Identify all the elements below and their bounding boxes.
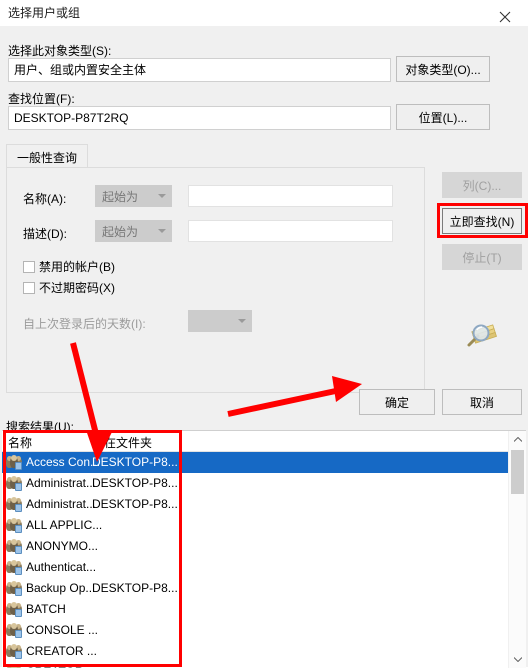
user-group-icon <box>6 581 22 596</box>
row-name: Administrat... <box>26 497 97 511</box>
row-folder: DESKTOP-P8... <box>92 455 178 469</box>
checkbox-non-expiring-password[interactable]: 不过期密码(X) <box>23 279 115 296</box>
table-row[interactable]: CONSOLE ... <box>2 620 512 641</box>
find-now-button[interactable]: 立即查找(N) <box>442 208 522 234</box>
table-row[interactable]: CREATOR ... <box>2 662 512 668</box>
columns-button[interactable]: 列(C)... <box>442 172 522 198</box>
table-row[interactable]: Authenticat... <box>2 557 512 578</box>
user-group-icon <box>6 539 22 554</box>
checkbox-box-icon <box>23 282 35 294</box>
name-operator-value: 起始为 <box>102 190 139 204</box>
row-folder: DESKTOP-P8... <box>92 476 178 490</box>
user-group-icon <box>6 623 22 638</box>
row-name: ALL APPLIC... <box>26 518 103 532</box>
row-name: CREATOR ... <box>26 644 97 658</box>
ok-button[interactable]: 确定 <box>359 389 435 415</box>
table-row[interactable]: ANONYMO... <box>2 536 512 557</box>
table-row[interactable]: Administrat... DESKTOP-P8... <box>2 494 512 515</box>
close-button[interactable] <box>482 0 528 26</box>
row-name: Access Con... <box>26 455 101 469</box>
user-group-icon <box>6 497 22 512</box>
table-row[interactable]: ALL APPLIC... <box>2 515 512 536</box>
user-group-icon <box>6 644 22 659</box>
user-group-icon <box>6 455 22 470</box>
magnifier-search-icon <box>460 322 498 354</box>
column-header-folder[interactable]: 所在文件夹 <box>92 434 152 451</box>
table-row[interactable]: CREATOR ... <box>2 641 512 662</box>
chevron-down-icon <box>158 194 166 198</box>
days-since-logon-select[interactable] <box>188 310 252 332</box>
object-type-input[interactable]: 用户、组或内置安全主体 <box>8 58 391 82</box>
name-value-input[interactable] <box>188 185 393 207</box>
select-user-or-group-dialog: 选择用户或组 选择此对象类型(S): 用户、组或内置安全主体 对象类型(O)..… <box>0 0 528 668</box>
user-group-icon <box>6 518 22 533</box>
results-list-header: 名称 所在文件夹 <box>2 431 526 452</box>
row-name: Administrat... <box>26 476 97 490</box>
name-label: 名称(A): <box>23 192 67 206</box>
scrollbar-thumb[interactable] <box>511 450 524 494</box>
days-since-logon-label: 自上次登录后的天数(I): <box>23 317 146 331</box>
row-name: Authenticat... <box>26 560 97 574</box>
user-group-icon <box>6 476 22 491</box>
table-row[interactable]: Backup Op... DESKTOP-P8... <box>2 578 512 599</box>
row-folder: DESKTOP-P8... <box>92 581 178 595</box>
query-tabstrip: 一般性查询 <box>6 144 425 168</box>
row-name: CONSOLE ... <box>26 623 99 637</box>
description-value-input[interactable] <box>188 220 393 242</box>
description-label: 描述(D): <box>23 227 67 241</box>
table-row[interactable]: BATCH <box>2 599 512 620</box>
description-operator-select[interactable]: 起始为 <box>95 220 172 242</box>
chevron-down-icon <box>238 319 246 323</box>
general-query-panel: 名称(A): 起始为 描述(D): 起始为 禁用的帐户(B) 不过期密码(X) … <box>6 167 425 393</box>
stop-button[interactable]: 停止(T) <box>442 244 522 270</box>
table-row[interactable]: Access Con... DESKTOP-P8... <box>2 452 512 473</box>
user-group-icon <box>6 602 22 617</box>
cancel-button[interactable]: 取消 <box>442 389 522 415</box>
object-type-label: 选择此对象类型(S): <box>8 44 112 58</box>
object-type-button[interactable]: 对象类型(O)... <box>396 56 490 82</box>
row-folder: DESKTOP-P8... <box>92 497 178 511</box>
row-name: ANONYMO... <box>26 539 99 553</box>
checkbox-disabled-accounts[interactable]: 禁用的帐户(B) <box>23 258 115 275</box>
close-icon <box>482 11 528 23</box>
description-operator-value: 起始为 <box>102 225 139 239</box>
checkbox-disabled-accounts-label: 禁用的帐户(B) <box>39 260 115 274</box>
results-rows[interactable]: Access Con... DESKTOP-P8... Administrat...… <box>2 452 512 668</box>
results-list[interactable]: 名称 所在文件夹 Access Con... DESKTOP-P8... Admin… <box>2 430 526 668</box>
scroll-up-button[interactable] <box>509 431 526 448</box>
checkbox-box-icon <box>23 261 35 273</box>
window-title: 选择用户或组 <box>8 6 81 20</box>
results-scrollbar[interactable] <box>508 431 526 668</box>
tab-general-query[interactable]: 一般性查询 <box>6 144 89 168</box>
row-name: Backup Op... <box>26 581 96 595</box>
column-header-name[interactable]: 名称 <box>8 434 32 451</box>
location-button[interactable]: 位置(L)... <box>396 104 490 130</box>
name-operator-select[interactable]: 起始为 <box>95 185 172 207</box>
title-bar: 选择用户或组 <box>0 0 528 26</box>
row-name: CREATOR ... <box>26 662 97 668</box>
checkbox-non-expiring-password-label: 不过期密码(X) <box>39 281 115 295</box>
location-label: 查找位置(F): <box>8 92 75 106</box>
scroll-down-button[interactable] <box>509 651 526 668</box>
user-group-icon <box>6 560 22 575</box>
location-input[interactable]: DESKTOP-P87T2RQ <box>8 106 391 130</box>
row-name: BATCH <box>26 602 66 616</box>
chevron-down-icon <box>158 229 166 233</box>
table-row[interactable]: Administrat... DESKTOP-P8... <box>2 473 512 494</box>
